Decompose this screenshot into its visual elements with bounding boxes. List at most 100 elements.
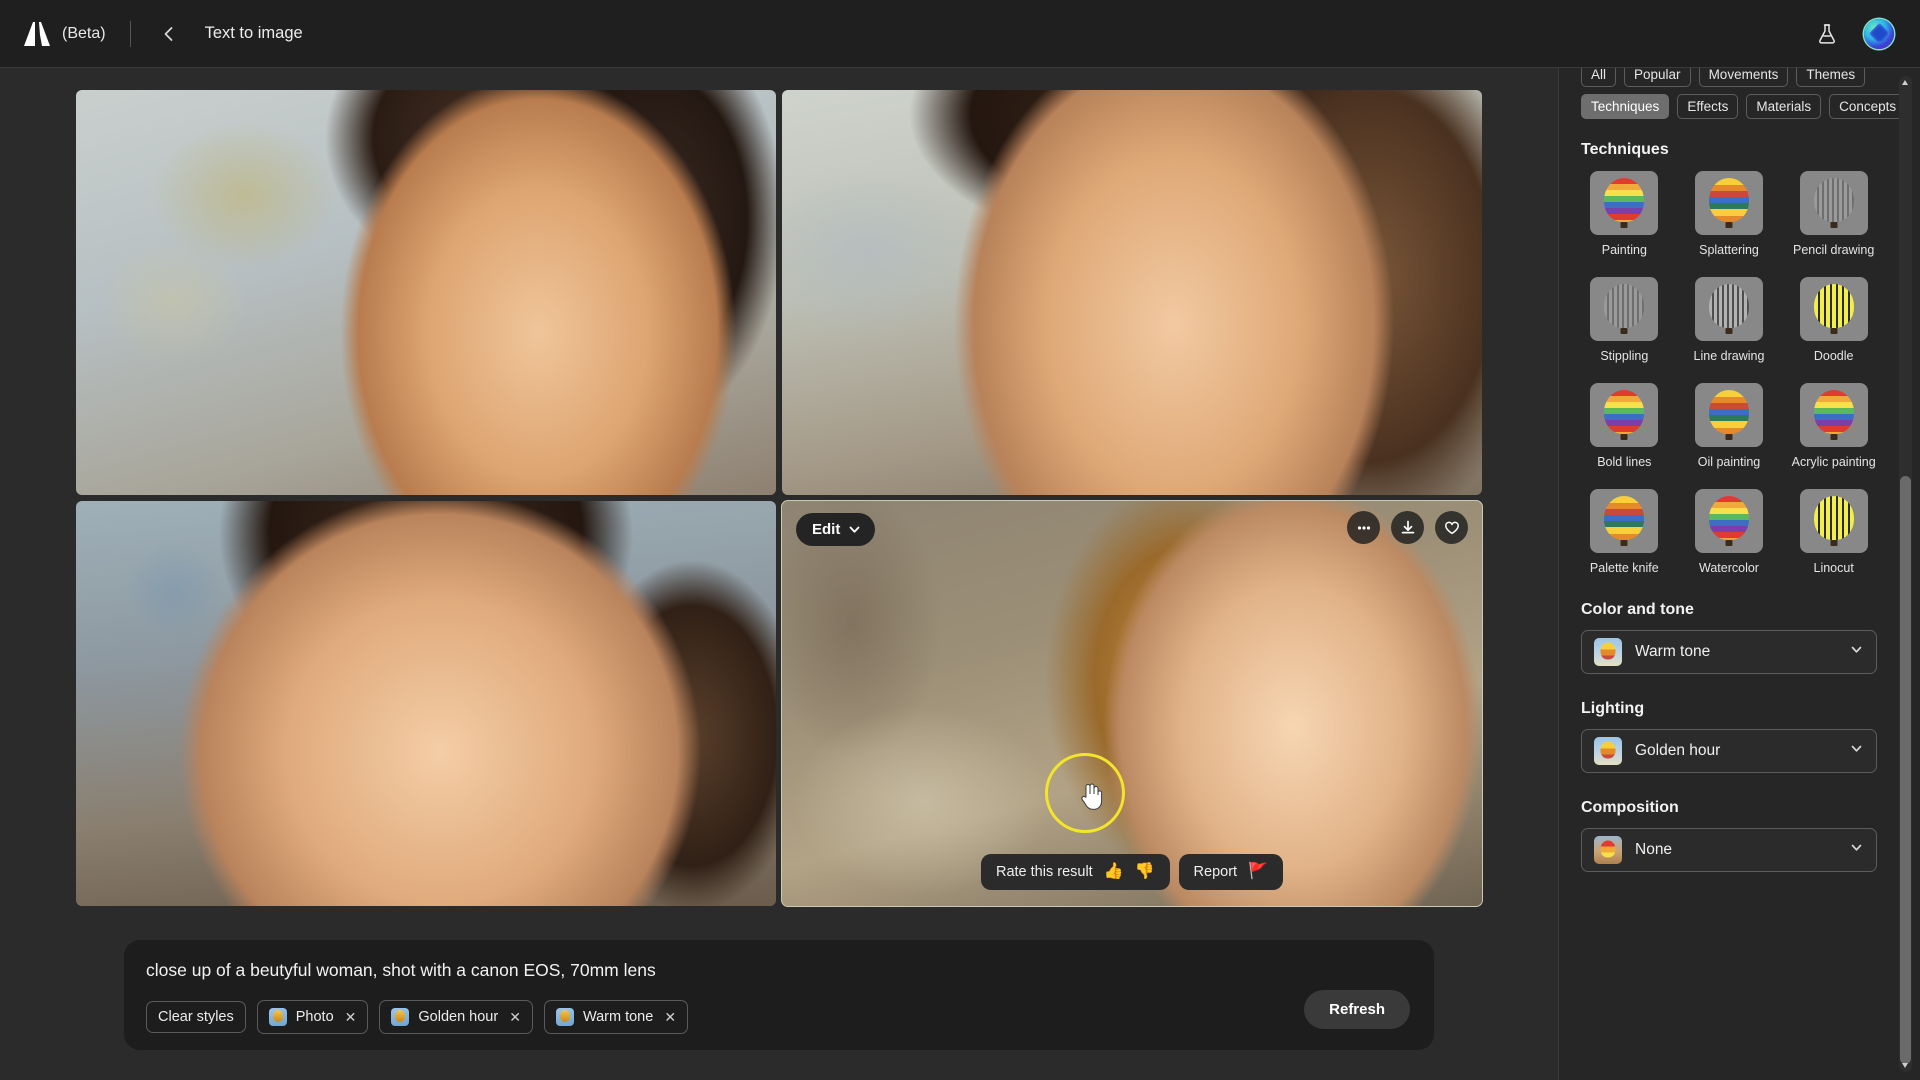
technique-thumbnail-icon	[1694, 277, 1763, 341]
dropdown-color-and-tone[interactable]: Warm tone	[1581, 630, 1877, 674]
chevron-down-icon	[849, 526, 860, 533]
chevron-down-icon	[1849, 642, 1864, 662]
thumbs-up-icon[interactable]: 👍	[1104, 864, 1124, 880]
hot-air-balloon-icon	[1813, 390, 1854, 435]
dropdown-value: Golden hour	[1635, 742, 1721, 759]
technique-label: Watercolor	[1699, 561, 1759, 575]
technique-thumbnail-icon	[1694, 489, 1763, 553]
filter-chip-popular[interactable]: Popular	[1624, 68, 1691, 87]
technique-card[interactable]: Watercolor	[1686, 489, 1773, 575]
edit-button[interactable]: Edit	[796, 513, 876, 546]
refresh-button[interactable]: Refresh	[1304, 990, 1410, 1029]
adobe-firefly-logo-icon	[22, 21, 52, 47]
balloon-basket-icon	[1725, 328, 1733, 334]
results-grid: Edit Rate this result 👍 👎 Report 🚩	[76, 90, 1483, 918]
technique-label: Acrylic painting	[1791, 455, 1876, 469]
rate-result-group[interactable]: Rate this result 👍 👎	[980, 854, 1170, 890]
technique-thumbnail-icon	[1799, 277, 1868, 341]
filter-chip-techniques[interactable]: Techniques	[1581, 94, 1670, 119]
technique-thumbnail-icon	[1590, 171, 1659, 235]
technique-card[interactable]: Palette knife	[1581, 489, 1668, 575]
filter-chip-movements[interactable]: Movements	[1698, 68, 1789, 87]
style-chip-label: Golden hour	[418, 1009, 499, 1025]
brand-block: (Beta) Text to image	[0, 20, 303, 48]
chevron-down-icon	[1849, 840, 1864, 860]
technique-card[interactable]: Linocut	[1790, 489, 1877, 575]
more-options-icon[interactable]	[1347, 511, 1380, 544]
result-tile-2[interactable]	[782, 90, 1482, 495]
header-actions	[1812, 18, 1920, 49]
technique-card[interactable]: Bold lines	[1581, 383, 1668, 469]
dropdown-thumbnail-icon	[1594, 836, 1622, 864]
close-icon[interactable]: ✕	[664, 1009, 676, 1026]
hot-air-balloon-icon	[1604, 284, 1645, 329]
result-tile-1[interactable]	[76, 90, 776, 495]
style-chip-label: Photo	[295, 1009, 334, 1025]
technique-card[interactable]: Doodle	[1790, 277, 1877, 363]
technique-label: Line drawing	[1693, 349, 1765, 363]
technique-card[interactable]: Splattering	[1686, 171, 1773, 257]
panel-scrollbar[interactable]	[1899, 76, 1912, 1072]
red-flag-icon: 🚩	[1248, 863, 1269, 880]
style-chip-golden-hour[interactable]: Golden hour ✕	[379, 1000, 533, 1034]
technique-label: Palette knife	[1589, 561, 1659, 575]
scrollbar-thumb[interactable]	[1900, 476, 1911, 1064]
style-chip-photo[interactable]: Photo ✕	[256, 1000, 369, 1034]
avatar[interactable]	[1864, 18, 1894, 49]
hot-air-balloon-icon	[1708, 390, 1749, 435]
lab-flask-icon[interactable]	[1812, 19, 1842, 49]
feedback-bar: Rate this result 👍 👎 Report 🚩	[980, 854, 1284, 890]
technique-label: Bold lines	[1597, 455, 1652, 469]
filter-row-secondary: Techniques Effects Materials Concepts	[1581, 94, 1907, 119]
style-chip-warm-tone[interactable]: Warm tone ✕	[543, 1000, 689, 1034]
result-tile-4[interactable]: Edit Rate this result 👍 👎 Report 🚩	[781, 500, 1483, 907]
dropdown-composition[interactable]: None	[1581, 828, 1877, 872]
avatar-cube-icon	[1868, 22, 1890, 45]
balloon-basket-icon	[1830, 434, 1838, 440]
styles-panel-content: All Popular Movements Themes Techniques …	[1559, 68, 1907, 872]
dropdown-label-composition: Composition	[1581, 799, 1679, 816]
filter-chip-effects[interactable]: Effects	[1677, 94, 1739, 119]
filter-chip-materials[interactable]: Materials	[1746, 94, 1822, 119]
technique-card[interactable]: Acrylic painting	[1790, 383, 1877, 469]
technique-card[interactable]: Oil painting	[1686, 383, 1773, 469]
filter-chip-all[interactable]: All	[1581, 68, 1617, 87]
dropdown-value: Warm tone	[1635, 643, 1711, 660]
dropdown-label-color-and-tone: Color and tone	[1581, 601, 1694, 618]
close-icon[interactable]: ✕	[509, 1009, 521, 1026]
scroll-down-arrow-icon[interactable]	[1902, 1063, 1908, 1068]
clear-styles-button[interactable]: Clear styles	[146, 1001, 246, 1033]
prompt-input[interactable]: close up of a beutyful woman, shot with …	[146, 960, 1412, 981]
clear-styles-label: Clear styles	[158, 1009, 234, 1025]
hot-air-balloon-icon	[1813, 178, 1854, 223]
result-tile-3[interactable]	[76, 501, 776, 906]
technique-card[interactable]: Stippling	[1581, 277, 1668, 363]
technique-card[interactable]: Line drawing	[1686, 277, 1773, 363]
thumbs-down-icon[interactable]: 👎	[1135, 864, 1155, 880]
balloon-basket-icon	[1830, 328, 1838, 334]
technique-card[interactable]: Painting	[1581, 171, 1668, 257]
balloon-basket-icon	[1830, 540, 1838, 546]
heart-icon[interactable]	[1435, 511, 1468, 544]
technique-card[interactable]: Pencil drawing	[1790, 171, 1877, 257]
back-button[interactable]	[155, 20, 183, 48]
technique-thumbnail-icon	[1694, 171, 1763, 235]
hot-air-balloon-icon	[1813, 284, 1854, 329]
dropdown-label-lighting: Lighting	[1581, 700, 1645, 717]
filter-chip-themes[interactable]: Themes	[1796, 68, 1866, 87]
technique-thumbnail-icon	[1694, 383, 1763, 447]
scroll-up-arrow-icon[interactable]	[1902, 80, 1908, 85]
download-icon[interactable]	[1391, 511, 1424, 544]
close-icon[interactable]: ✕	[345, 1009, 357, 1026]
technique-label: Pencil drawing	[1793, 243, 1875, 257]
balloon-basket-icon	[1725, 434, 1733, 440]
page-title: Text to image	[204, 24, 303, 42]
hot-air-balloon-icon	[1813, 496, 1854, 541]
technique-label: Oil painting	[1697, 455, 1761, 469]
filter-chip-concepts[interactable]: Concepts	[1829, 94, 1907, 119]
hot-air-balloon-icon	[1604, 178, 1645, 223]
report-button[interactable]: Report 🚩	[1178, 854, 1284, 890]
dropdown-lighting[interactable]: Golden hour	[1581, 729, 1877, 773]
prompt-bar[interactable]: close up of a beutyful woman, shot with …	[124, 940, 1434, 1050]
generated-image-3	[76, 501, 776, 906]
